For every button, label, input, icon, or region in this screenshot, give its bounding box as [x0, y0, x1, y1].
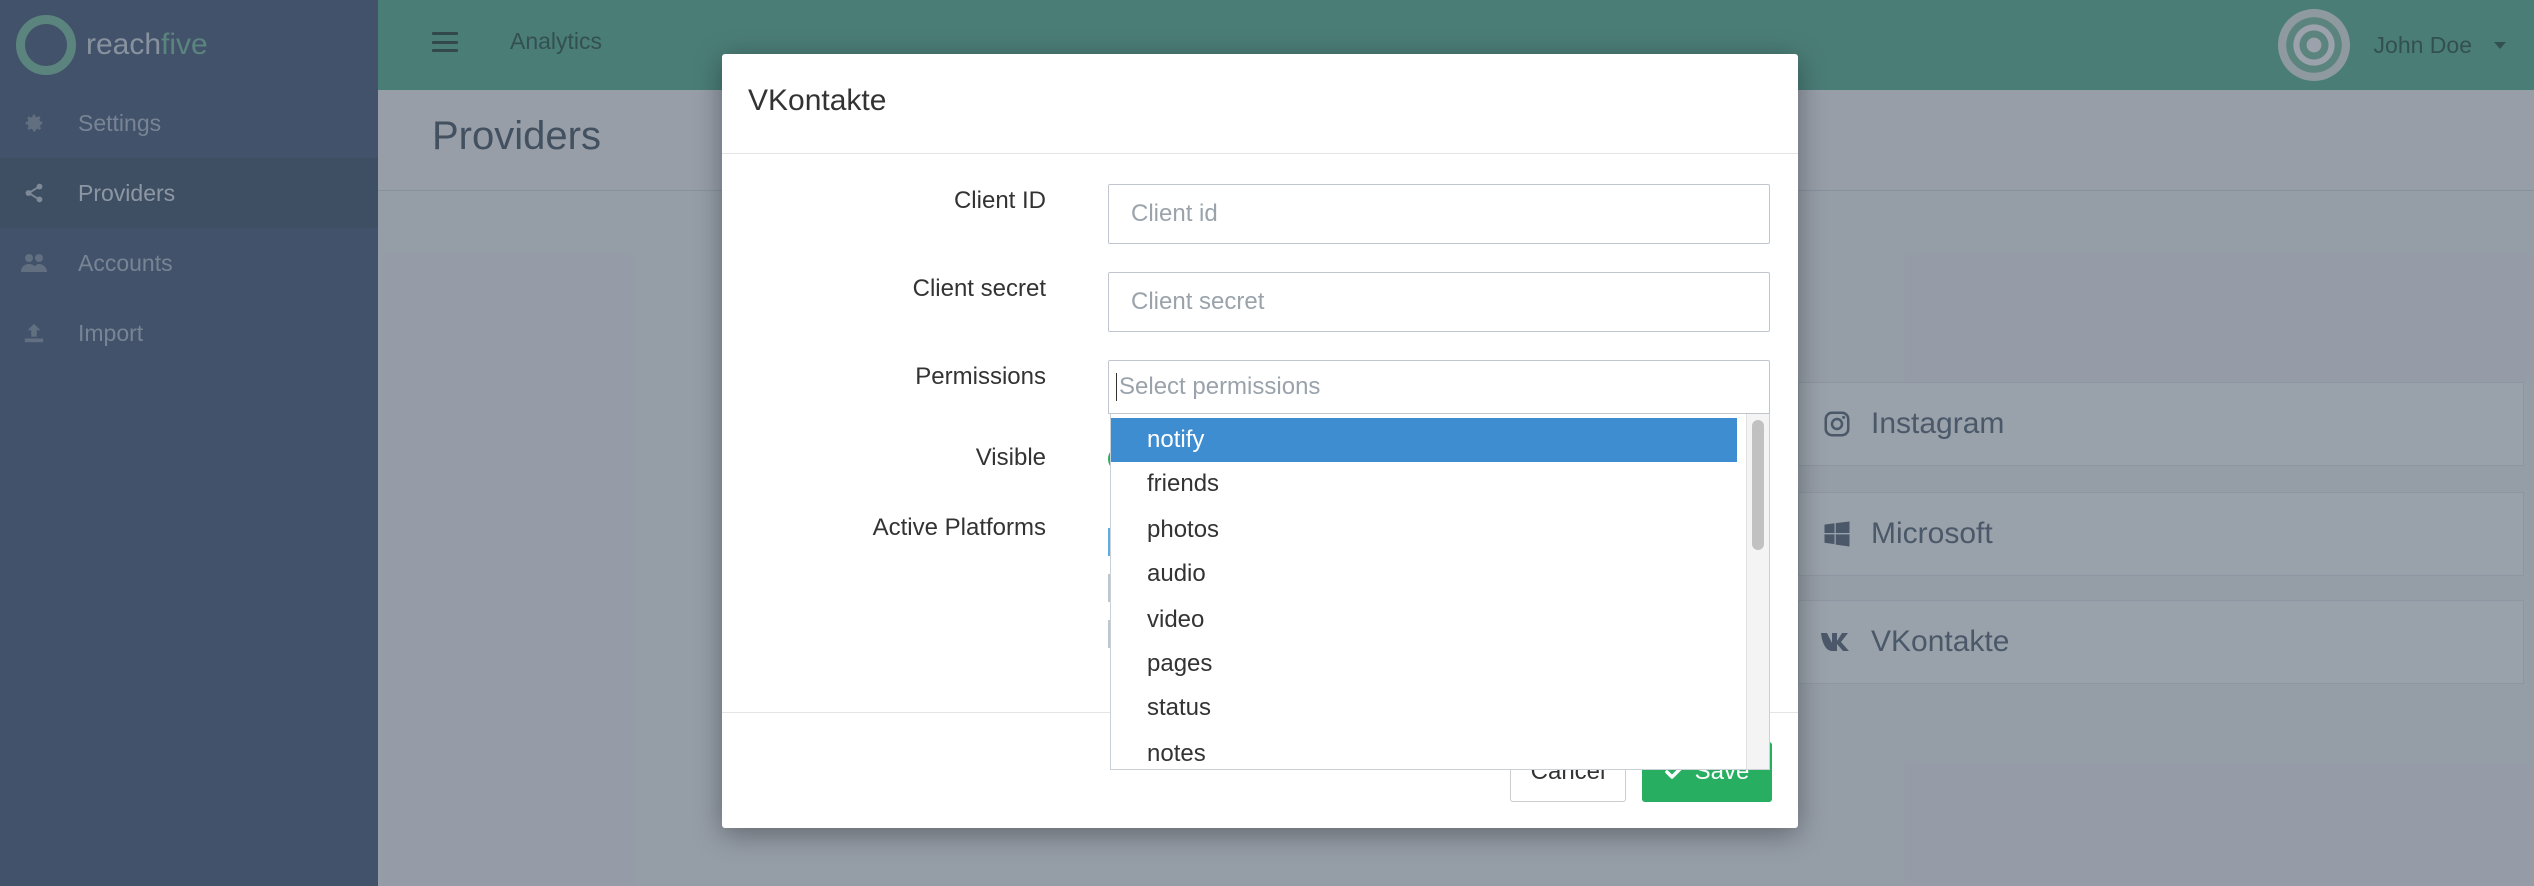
active-platforms-label: Active Platforms	[872, 514, 1046, 541]
permissions-label: Permissions	[915, 363, 1046, 390]
visible-label: Visible	[975, 444, 1046, 471]
permissions-select[interactable]	[1108, 360, 1770, 414]
permission-option-notes[interactable]: notes	[1111, 732, 1737, 769]
permissions-search-input[interactable]	[1119, 361, 1759, 413]
client-id-label: Client ID	[953, 187, 1046, 214]
dropdown-scrollbar[interactable]	[1746, 414, 1769, 769]
client-secret-label: Client secret	[912, 275, 1046, 302]
permission-option-friends[interactable]: friends	[1111, 462, 1737, 506]
modal-header: VKontakte	[722, 54, 1798, 154]
permission-option-status[interactable]: status	[1111, 686, 1737, 730]
permission-option-photos[interactable]: photos	[1111, 508, 1737, 552]
provider-modal: VKontakte Client ID Client secret Permis…	[722, 54, 1798, 828]
permissions-dropdown: notify friends photos audio video pages …	[1110, 414, 1770, 770]
client-secret-input[interactable]	[1108, 272, 1770, 332]
modal-title: VKontakte	[748, 84, 887, 117]
permission-option-pages[interactable]: pages	[1111, 642, 1737, 686]
client-id-input[interactable]	[1108, 184, 1770, 244]
scrollbar-thumb[interactable]	[1752, 420, 1764, 550]
permission-option-video[interactable]: video	[1111, 598, 1737, 642]
permission-option-audio[interactable]: audio	[1111, 552, 1737, 596]
permission-option-notify[interactable]: notify	[1111, 418, 1737, 462]
text-cursor	[1116, 373, 1117, 401]
